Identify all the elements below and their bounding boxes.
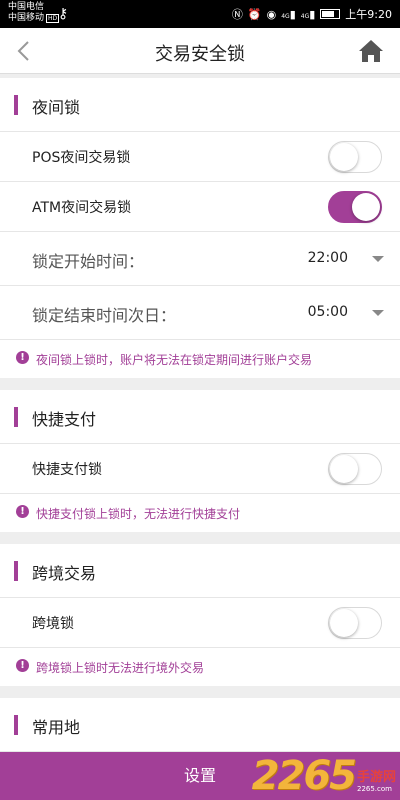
start-time-label: 锁定开始时间： [32, 252, 145, 271]
section-gap [0, 378, 400, 390]
watermark-url: 2265.com [356, 785, 392, 793]
toggle-knob [330, 455, 358, 483]
hint-night-lock: ! 夜间锁上锁时，账户将无法在锁定期间进行账户交易 [0, 340, 400, 378]
watermark-cn: 手游网 [356, 770, 396, 785]
section-marker [14, 407, 18, 427]
section-gap [0, 686, 400, 698]
quick-pay-lock-toggle[interactable] [328, 453, 382, 485]
content: 夜间锁 POS夜间交易锁 ATM夜间交易锁 锁定开始时间： 22:00 锁定结束… [0, 78, 400, 752]
key-icon: ⚷ [58, 6, 69, 22]
cross-border-lock-label: 跨境锁 [32, 616, 74, 632]
toggle-knob [330, 143, 358, 171]
section-title-quick-pay: 快捷支付 [32, 410, 97, 429]
atm-lock-toggle[interactable] [328, 191, 382, 223]
section-title-night-lock: 夜间锁 [32, 98, 81, 117]
signal-label-2: 4G [300, 12, 310, 20]
atm-lock-label: ATM夜间交易锁 [32, 200, 132, 216]
hint-text-night-lock: 夜间锁上锁时，账户将无法在锁定期间进行账户交易 [36, 353, 313, 367]
toggle-knob [330, 609, 358, 637]
hint-cross-border: ! 跨境锁上锁时无法进行境外交易 [0, 648, 400, 686]
carrier-2-label: 中国移动 [8, 13, 45, 23]
status-icons: Ⓝ ⏰ ◉ 4G▮ 4G▮ 上午9:20 [232, 6, 392, 22]
end-time-value[interactable]: 05:00 [308, 304, 348, 320]
signal-icon-1: 4G▮ [281, 7, 296, 21]
hint-text-quick-pay: 快捷支付锁上锁时，无法进行快捷支付 [36, 507, 241, 521]
app-header: 交易安全锁 [0, 28, 400, 74]
toggle-knob [352, 193, 380, 221]
row-start-time[interactable]: 锁定开始时间： 22:00 [0, 232, 400, 286]
signal-label-1: 4G [281, 12, 290, 20]
section-title-cross-border: 跨境交易 [32, 564, 97, 583]
info-icon: ! [16, 351, 29, 364]
pos-lock-toggle[interactable] [328, 141, 382, 173]
dropdown-arrow-icon[interactable] [372, 310, 384, 316]
quick-pay-lock-label: 快捷支付锁 [32, 462, 102, 478]
battery-icon [320, 9, 341, 19]
section-cross-border: 跨境交易 [0, 544, 400, 598]
carrier-1: 中国电信 [8, 2, 45, 12]
section-night-lock: 夜间锁 [0, 78, 400, 132]
section-gap [0, 532, 400, 544]
cross-border-lock-toggle[interactable] [328, 607, 382, 639]
watermark-logo: 2265 手游网 2265.com [252, 748, 396, 798]
hint-quick-pay: ! 快捷支付锁上锁时，无法进行快捷支付 [0, 494, 400, 532]
section-common-place: 常用地 [0, 698, 400, 752]
page-title: 交易安全锁 [155, 44, 245, 65]
section-title-common-place: 常用地 [32, 718, 81, 737]
alarm-icon: ⏰ [247, 7, 262, 21]
watermark-side: 手游网 2265.com [357, 770, 396, 794]
home-icon[interactable] [358, 38, 384, 64]
section-marker [14, 715, 18, 735]
status-time: 上午9:20 [345, 8, 392, 21]
end-time-label: 锁定结束时间次日： [32, 306, 177, 325]
watermark-number: 2265 [251, 753, 357, 799]
section-marker [14, 95, 18, 115]
pos-lock-label: POS夜间交易锁 [32, 150, 131, 166]
dropdown-arrow-icon[interactable] [372, 256, 384, 262]
status-bar: 中国电信 中国移动 HD ⚷ Ⓝ ⏰ ◉ 4G▮ 4G▮ 上午9:20 [0, 0, 400, 28]
eye-icon: ◉ [266, 7, 277, 21]
carrier-info: 中国电信 中国移动 HD [8, 2, 60, 24]
signal-icon-2: 4G▮ [300, 7, 316, 21]
hint-text-cross-border: 跨境锁上锁时无法进行境外交易 [36, 661, 205, 675]
row-quick-pay-lock: 快捷支付锁 [0, 444, 400, 494]
start-time-value[interactable]: 22:00 [308, 250, 348, 266]
row-pos-lock: POS夜间交易锁 [0, 132, 400, 182]
nfc-icon: Ⓝ [231, 8, 243, 21]
info-icon: ! [16, 659, 29, 672]
row-end-time[interactable]: 锁定结束时间次日： 05:00 [0, 286, 400, 340]
info-icon: ! [16, 505, 29, 518]
row-cross-border-lock: 跨境锁 [0, 598, 400, 648]
row-atm-lock: ATM夜间交易锁 [0, 182, 400, 232]
section-quick-pay: 快捷支付 [0, 390, 400, 444]
section-marker [14, 561, 18, 581]
carrier-2: 中国移动 HD [8, 13, 60, 24]
